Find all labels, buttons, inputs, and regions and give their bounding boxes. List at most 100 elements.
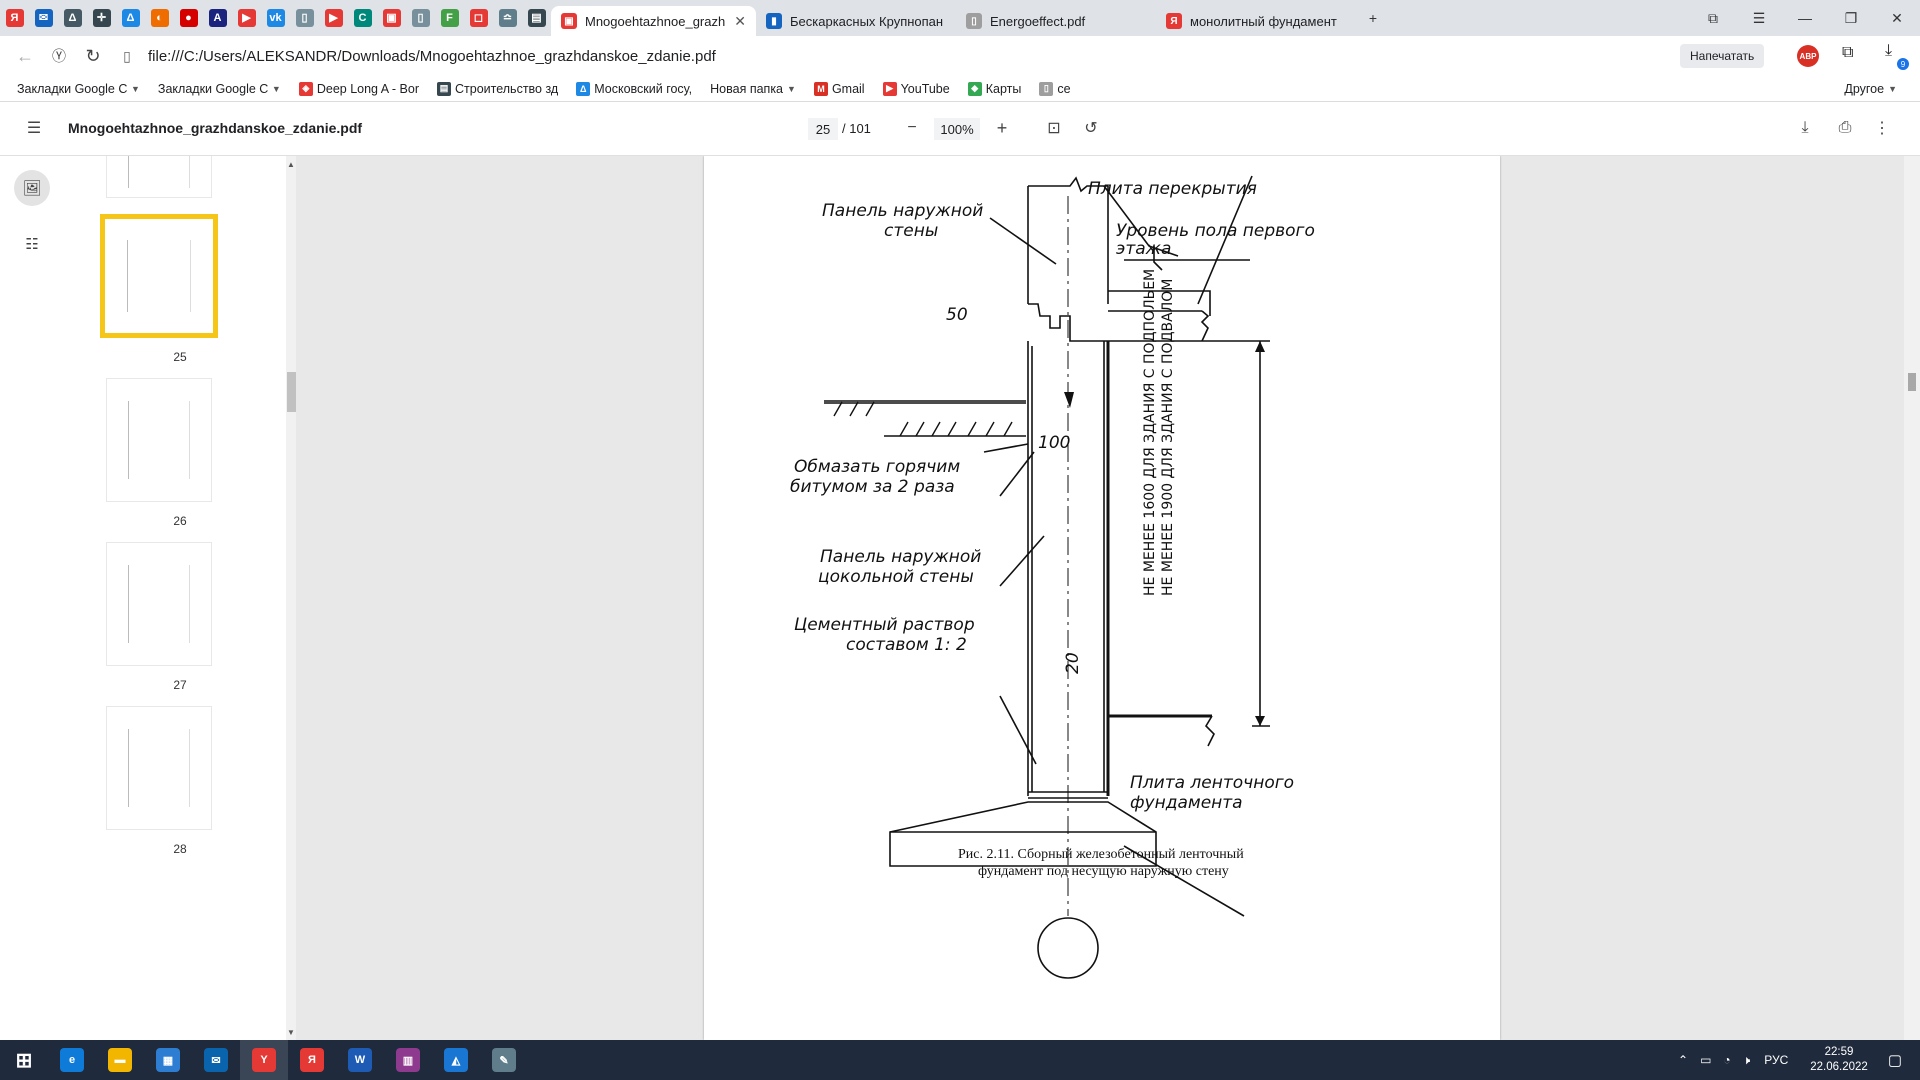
pdf-tab[interactable]: ▣	[377, 0, 406, 36]
bookmark-item[interactable]: Закладки Google Chr ▼	[8, 82, 149, 96]
winrar-app[interactable]: ▥	[384, 1040, 432, 1080]
vk-tab[interactable]: vk	[261, 0, 290, 36]
doc-tab-2[interactable]: ▯	[406, 0, 435, 36]
page-number-input[interactable]: 25	[808, 118, 838, 140]
bookmark-item[interactable]: ▶ YouTube	[874, 81, 959, 96]
label-mortar-1: Цементный раствор	[794, 615, 975, 635]
maximize-button[interactable]: ❐	[1828, 0, 1874, 36]
thumbnail-page-28[interactable]	[106, 706, 212, 830]
collections-icon[interactable]: ⧉	[1842, 44, 1853, 62]
downloads-icon[interactable]: ⤓	[1885, 42, 1892, 60]
page-scrollbar[interactable]	[1904, 156, 1920, 1040]
bookmark-tab[interactable]: ◻	[464, 0, 493, 36]
url-field[interactable]: file:///C:/Users/ALEKSANDR/Downloads/Mno…	[148, 48, 716, 65]
bookmark-item[interactable]: ▤ Строительство зд	[428, 81, 567, 96]
red-drop-tab[interactable]: ●	[174, 0, 203, 36]
thumbnail-preview	[127, 728, 191, 808]
explorer-app[interactable]: ▬	[96, 1040, 144, 1080]
doc-tab[interactable]: ▯	[290, 0, 319, 36]
thumbnails-icon[interactable]: 🖼	[14, 170, 50, 206]
fit-page-icon[interactable]: ⊡	[1042, 116, 1066, 140]
mail-app[interactable]: ✉	[192, 1040, 240, 1080]
zoom-out-icon[interactable]: −	[900, 116, 924, 140]
tab-manager-icon[interactable]: ⧉	[1690, 0, 1736, 36]
plus-site-tab[interactable]: ✛	[87, 0, 116, 36]
notifications-icon[interactable]: ▢	[1888, 1051, 1902, 1069]
paint-app[interactable]: ✎	[480, 1040, 528, 1080]
doc-tab-2-icon: ▯	[411, 9, 430, 27]
thumbnail-page-25[interactable]	[100, 214, 218, 338]
tab-close-icon[interactable]: ✕	[734, 13, 746, 30]
zoom-input[interactable]: 100%	[934, 118, 980, 140]
msu-tab-2[interactable]: Δ	[116, 0, 145, 36]
tab-2[interactable]: ▯ Energoeffect.pdf	[956, 6, 1156, 36]
minimize-button[interactable]: —	[1782, 0, 1828, 36]
bridge-tab[interactable]: ≏	[493, 0, 522, 36]
clock[interactable]: 22:59 22.06.2022	[1810, 1045, 1868, 1075]
start-button[interactable]: ⊞	[0, 1040, 48, 1080]
edge-app[interactable]: e	[48, 1040, 96, 1080]
thumbnail-page-27[interactable]	[106, 542, 212, 666]
word-app[interactable]: W	[336, 1040, 384, 1080]
dzen-tab[interactable]: ◐	[145, 0, 174, 36]
msu-tab[interactable]: Δ	[58, 0, 87, 36]
bookmark-item[interactable]: ▯ се	[1030, 81, 1079, 96]
other-bookmarks[interactable]: Другое ▼	[1835, 82, 1906, 96]
rotate-icon[interactable]: ↺	[1079, 116, 1103, 140]
sidebar-scroll-thumb[interactable]	[287, 372, 296, 412]
chevron-up-icon[interactable]: ⌃	[1678, 1053, 1688, 1067]
wifi-icon[interactable]: ◔	[1723, 1053, 1730, 1067]
tab-1[interactable]: ▮ Бескаркасных Крупнопан	[756, 6, 956, 36]
yandex-app[interactable]: Я	[288, 1040, 336, 1080]
yandex-logo-icon[interactable]: Ⓨ	[42, 39, 76, 73]
pdf-viewport[interactable]: Панель наружной стены Плита перекрытия У…	[296, 156, 1920, 1040]
bookmark-item[interactable]: Новая папка ▼	[701, 82, 805, 96]
green-tab[interactable]: F	[435, 0, 464, 36]
yandex-browser-app[interactable]: Y	[240, 1040, 288, 1080]
hamburger-menu-icon[interactable]: ☰	[22, 116, 46, 140]
youtube-tab-2[interactable]: ▶	[319, 0, 348, 36]
tab-favicon-icon: ▮	[766, 13, 782, 29]
c-site-tab[interactable]: C	[348, 0, 377, 36]
youtube-tab[interactable]: ▶	[232, 0, 261, 36]
menu-icon[interactable]: ☰	[1736, 0, 1782, 36]
print-pill-button[interactable]: Напечатать	[1680, 44, 1765, 68]
volume-icon[interactable]: 🕨	[1743, 1053, 1751, 1068]
store-app[interactable]: ▦	[144, 1040, 192, 1080]
new-tab-button[interactable]: +	[1356, 0, 1390, 36]
a-site-tab[interactable]: A	[203, 0, 232, 36]
zoom-in-icon[interactable]: +	[990, 116, 1014, 140]
youtube-tab-2-icon: ▶	[324, 9, 343, 27]
mail-tab[interactable]: ✉	[29, 0, 58, 36]
plus-site-tab-icon: ✛	[92, 9, 111, 27]
download-icon[interactable]: ⤓	[1793, 116, 1817, 140]
scroll-down-arrow-icon[interactable]: ▼	[287, 1028, 295, 1037]
adblock-icon[interactable]: ABP	[1797, 45, 1819, 67]
thumbnail-page-26[interactable]	[106, 378, 212, 502]
tab-3[interactable]: Ямонолитный фундамент	[1156, 6, 1356, 36]
page-scroll-thumb[interactable]	[1908, 373, 1916, 391]
photos-app[interactable]: ◭	[432, 1040, 480, 1080]
bookmark-item[interactable]: ◆ Карты	[959, 81, 1031, 96]
scroll-up-arrow-icon[interactable]: ▲	[287, 160, 295, 169]
thumbnail-page-24[interactable]	[106, 156, 212, 198]
sidebar-scrollbar[interactable]	[286, 156, 296, 1040]
language-indicator[interactable]: РУС	[1764, 1053, 1788, 1067]
print-icon[interactable]: ⎙	[1833, 116, 1857, 140]
back-arrow-icon[interactable]: ←	[8, 39, 42, 73]
label-dim-20: 20	[1063, 652, 1083, 674]
more-options-icon[interactable]: ⋮	[1870, 116, 1894, 140]
taskbar-apps: ⊞ e ▬ ▦ ✉ Y Я W ▥ ◭ ✎	[0, 1040, 528, 1080]
reader-tab[interactable]: ▤	[522, 0, 551, 36]
reload-icon[interactable]: ↻	[76, 39, 110, 73]
battery-icon[interactable]: ▭	[1700, 1053, 1711, 1067]
bookmark-item[interactable]: ◈ Deep Long A - Bor	[290, 81, 428, 96]
close-window-button[interactable]: ✕	[1874, 0, 1920, 36]
bookmark-item[interactable]: M Gmail	[805, 81, 874, 96]
bookmark-item[interactable]: Закладки Google Chr ▼	[149, 82, 290, 96]
yandex-tab[interactable]: Я	[0, 0, 29, 36]
bookmark-item[interactable]: Δ Московский госу,	[567, 81, 701, 96]
label-bitumen-2: битумом за 2 раза	[790, 477, 955, 497]
tab-0[interactable]: ▣ Mnogoehtazhnoe_grazh ✕	[551, 6, 756, 36]
outline-icon[interactable]: ☷	[14, 226, 50, 262]
